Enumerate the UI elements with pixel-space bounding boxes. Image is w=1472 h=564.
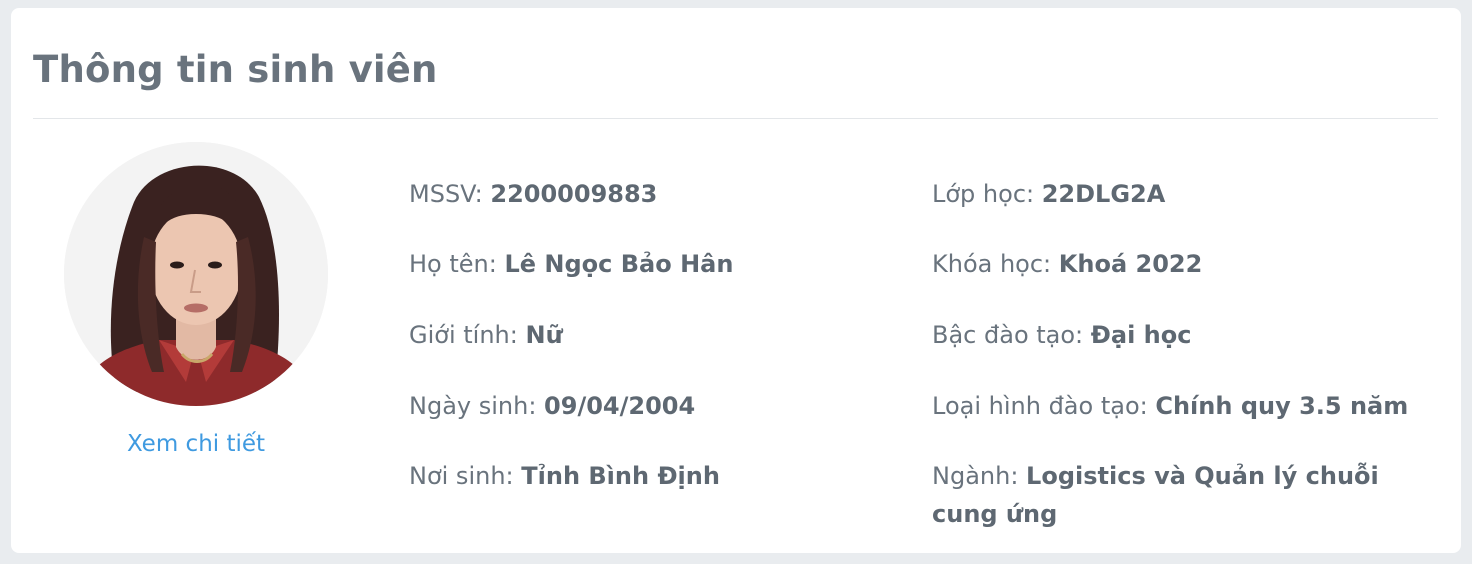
field-label: Nơi sinh:: [409, 462, 514, 490]
card-title: Thông tin sinh viên: [33, 48, 438, 91]
student-photo: [64, 142, 328, 406]
field-value: Lê Ngọc Bảo Hân: [504, 250, 734, 278]
field-label: Giới tính:: [409, 321, 518, 349]
field-education-level: Bậc đào tạo: Đại học: [932, 316, 1191, 354]
field-course-year: Khóa học: Khoá 2022: [932, 245, 1202, 283]
student-info-card: Thông tin sinh viên Xem chi tiết MSSV: 2…: [11, 8, 1461, 553]
field-value: Nữ: [525, 321, 563, 349]
field-birth-date: Ngày sinh: 09/04/2004: [409, 387, 695, 425]
field-major: Ngành: Logistics và Quản lý chuỗi cung ứ…: [932, 457, 1402, 533]
field-value: Tỉnh Bình Định: [521, 462, 720, 490]
field-birth-place: Nơi sinh: Tỉnh Bình Định: [409, 457, 720, 495]
view-details-link[interactable]: Xem chi tiết: [58, 431, 334, 457]
field-label: Bậc đào tạo:: [932, 321, 1084, 349]
field-label: Khóa học:: [932, 250, 1052, 278]
field-class: Lớp học: 22DLG2A: [932, 175, 1165, 213]
title-divider: [33, 118, 1438, 119]
field-training-type: Loại hình đào tạo: Chính quy 3.5 năm: [932, 387, 1408, 425]
field-value: 09/04/2004: [544, 392, 696, 420]
field-label: Họ tên:: [409, 250, 497, 278]
field-label: Loại hình đào tạo:: [932, 392, 1148, 420]
field-label: Lớp học:: [932, 180, 1035, 208]
field-gender: Giới tính: Nữ: [409, 316, 563, 354]
field-label: Ngày sinh:: [409, 392, 537, 420]
field-student-id: MSSV: 2200009883: [409, 175, 657, 213]
field-full-name: Họ tên: Lê Ngọc Bảo Hân: [409, 245, 733, 283]
field-value: 2200009883: [490, 180, 658, 208]
field-label: MSSV:: [409, 180, 483, 208]
field-value: Khoá 2022: [1058, 250, 1203, 278]
student-avatar: [64, 142, 328, 406]
field-value: 22DLG2A: [1041, 180, 1166, 208]
field-value: Chính quy 3.5 năm: [1155, 392, 1409, 420]
field-value: Đại học: [1090, 321, 1192, 349]
field-label: Ngành:: [932, 462, 1019, 490]
